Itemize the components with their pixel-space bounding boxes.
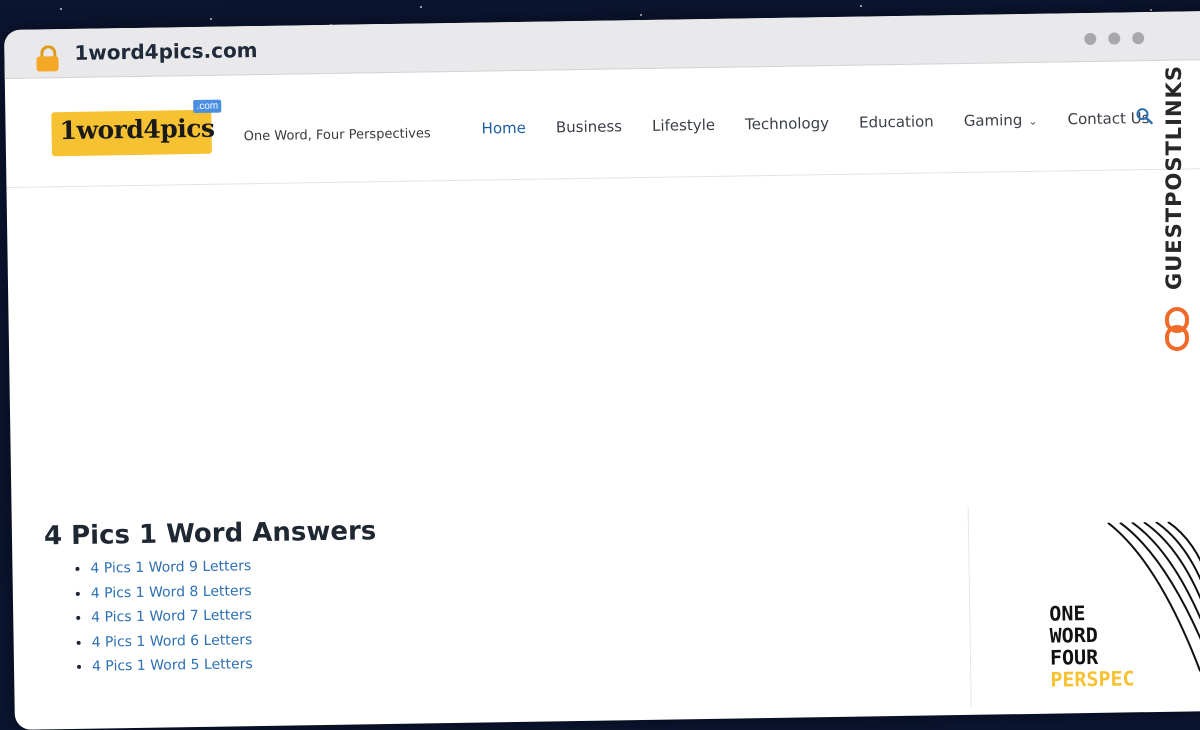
window-dot-icon[interactable] — [1084, 32, 1097, 46]
nav-item-business[interactable]: Business — [556, 117, 622, 136]
answer-link[interactable]: 4 Pics 1 Word 9 Letters — [90, 558, 251, 577]
nav-item-education[interactable]: Education — [859, 112, 934, 131]
window-controls — [1084, 32, 1145, 46]
window-dot-icon[interactable] — [1132, 32, 1145, 45]
site-tagline: One Word, Four Perspectives — [243, 126, 431, 145]
site-header: 1word4pics .com One Word, Four Perspecti… — [4, 59, 1200, 188]
sidebar-artwork: ONE WORD FOUR PERSPEC — [1048, 521, 1200, 693]
logo-badge: .com — [193, 99, 222, 114]
logo-text: 1word4pics — [59, 113, 215, 146]
watermark-text: GUESTPOSTLINKS — [1162, 65, 1186, 291]
answer-links: 4 Pics 1 Word 9 Letters 4 Pics 1 Word 8 … — [44, 539, 1200, 680]
answer-link[interactable]: 4 Pics 1 Word 5 Letters — [92, 656, 253, 675]
window-dot-icon[interactable] — [1108, 32, 1121, 45]
art-word: WORD — [1049, 622, 1098, 648]
main-nav: Home Business Lifestyle Technology Educa… — [481, 109, 1179, 138]
site-logo[interactable]: 1word4pics .com — [51, 99, 222, 157]
answer-link[interactable]: 4 Pics 1 Word 8 Letters — [91, 583, 252, 602]
main-content: 4 Pics 1 Word Answers 4 Pics 1 Word 9 Le… — [12, 503, 1200, 707]
art-word: PERSPEC — [1050, 666, 1135, 692]
art-word: FOUR — [1049, 644, 1099, 670]
nav-item-gaming: Gaming — [963, 111, 1023, 130]
art-word: ONE — [1049, 601, 1086, 626]
lock-icon — [36, 45, 59, 72]
answer-link[interactable]: 4 Pics 1 Word 7 Letters — [91, 607, 252, 626]
nav-item-home[interactable]: Home — [481, 119, 526, 138]
chevron-down-icon: ⌄ — [1028, 114, 1038, 128]
ad-space — [6, 169, 1200, 498]
nav-item-lifestyle[interactable]: Lifestyle — [652, 116, 715, 135]
browser-window: 1word4pics.com 1word4pics .com One Word,… — [4, 10, 1200, 730]
nav-item-technology[interactable]: Technology — [745, 114, 829, 133]
chain-link-icon — [1165, 307, 1189, 351]
watermark: GUESTPOSTLINKS — [1160, 58, 1194, 358]
answer-link[interactable]: 4 Pics 1 Word 6 Letters — [92, 632, 253, 651]
address-bar-url[interactable]: 1word4pics.com — [74, 38, 258, 65]
nav-item-gaming-wrap[interactable]: Gaming ⌄ — [964, 111, 1038, 130]
search-icon[interactable] — [1135, 107, 1153, 125]
